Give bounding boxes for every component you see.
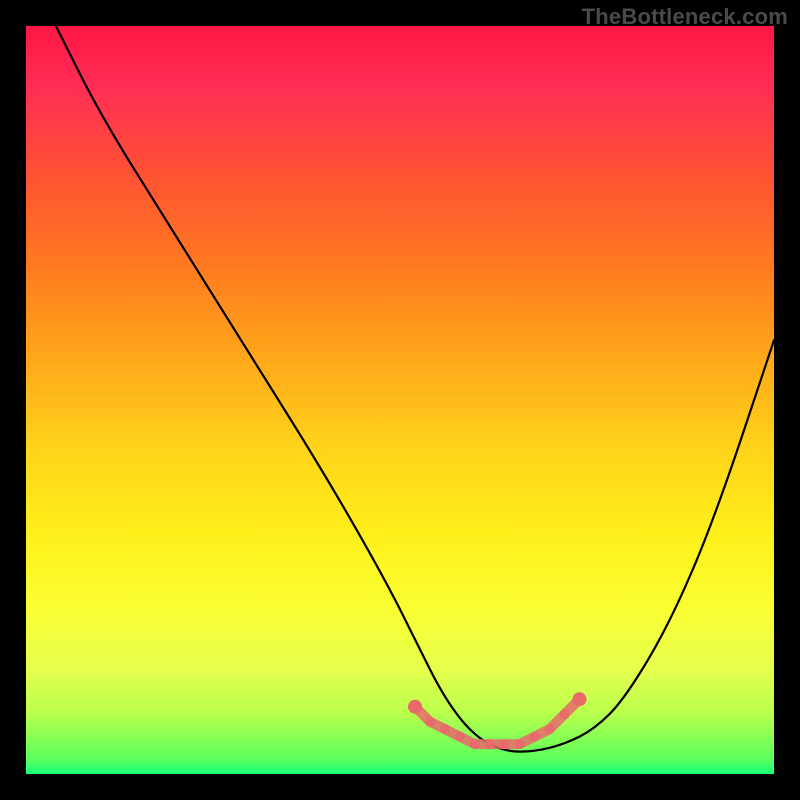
- marker-dot: [455, 732, 465, 742]
- bottleneck-curve-path: [56, 26, 774, 752]
- marker-dot: [545, 724, 555, 734]
- marker-band: [415, 699, 580, 744]
- marker-dot: [500, 739, 510, 749]
- marker-dot: [425, 717, 435, 727]
- marker-dot: [440, 724, 450, 734]
- marker-dot: [485, 739, 495, 749]
- marker-dot: [470, 739, 480, 749]
- marker-dot: [408, 700, 422, 714]
- marker-dot: [515, 739, 525, 749]
- marker-dot: [560, 709, 570, 719]
- marker-dot: [530, 732, 540, 742]
- chart-frame: TheBottleneck.com: [0, 0, 800, 800]
- marker-group: [408, 692, 587, 749]
- curve-svg: [26, 26, 774, 774]
- marker-dot: [573, 692, 587, 706]
- watermark-text: TheBottleneck.com: [582, 4, 788, 30]
- plot-area: [26, 26, 774, 774]
